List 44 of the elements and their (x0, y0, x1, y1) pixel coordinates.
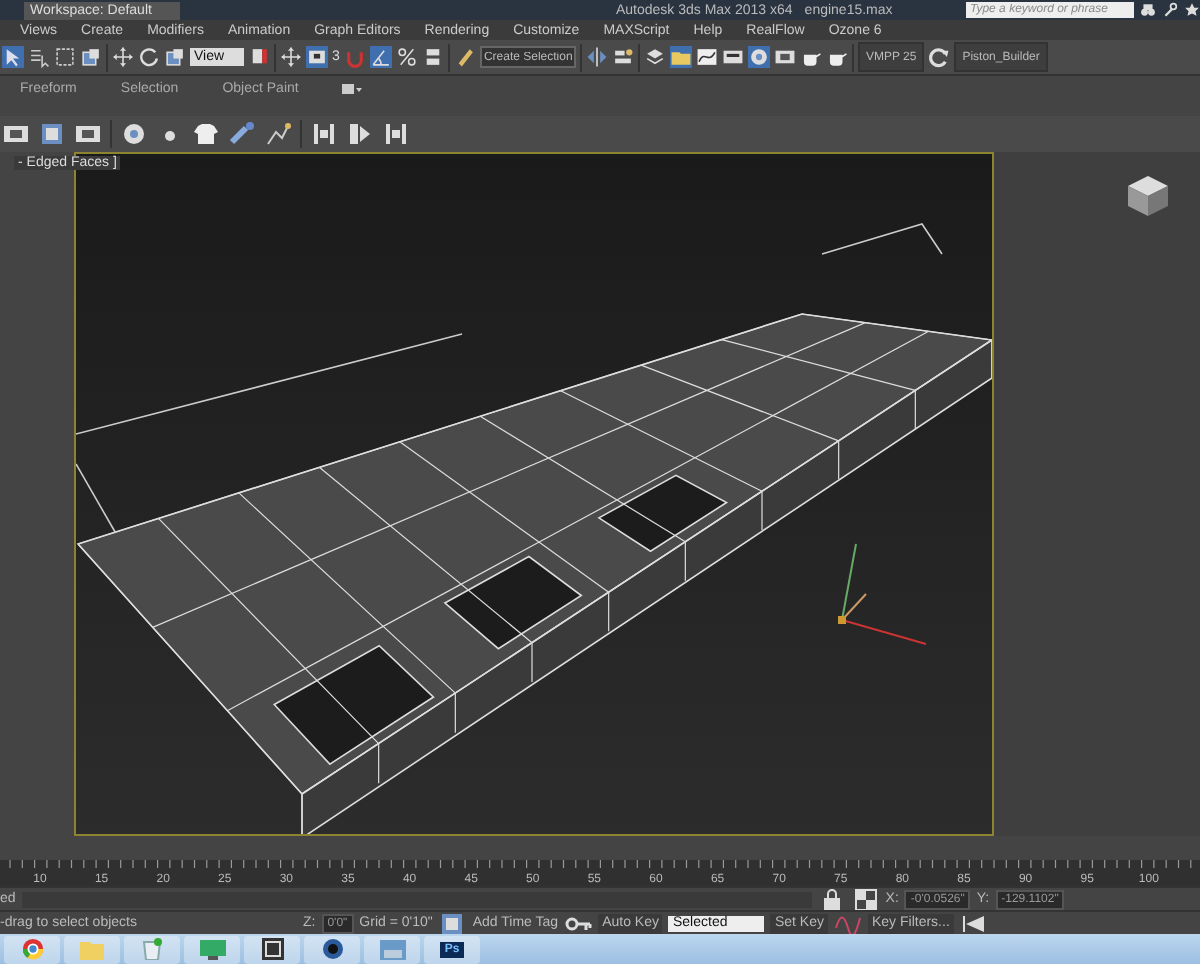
taskbar-button[interactable] (244, 935, 300, 963)
render-frame-icon[interactable] (773, 46, 796, 68)
play-icon[interactable] (346, 120, 374, 148)
select-cursor-icon[interactable] (2, 46, 24, 68)
curve-editor-icon[interactable] (695, 46, 718, 68)
percent-snap-icon[interactable] (395, 46, 418, 68)
camera-line (821, 223, 943, 255)
shirt-icon[interactable] (192, 120, 220, 148)
binoculars-icon[interactable] (1140, 2, 1156, 18)
align-icon[interactable] (611, 46, 634, 68)
bin-icon[interactable] (142, 938, 162, 960)
star-icon[interactable] (1184, 2, 1200, 18)
browser-icon[interactable] (21, 938, 43, 960)
wrench-icon[interactable] (1162, 2, 1178, 18)
brush-icon[interactable] (228, 120, 256, 148)
bracket-icon[interactable] (382, 120, 410, 148)
app-icon[interactable] (261, 938, 283, 960)
scale-icon[interactable] (164, 46, 186, 68)
monitor-icon[interactable] (199, 939, 225, 959)
folder-icon[interactable] (669, 46, 692, 68)
move-icon[interactable] (112, 46, 134, 68)
tray-icon[interactable] (721, 46, 744, 68)
media-player-icon[interactable] (321, 938, 343, 960)
particle-icon[interactable] (264, 120, 292, 148)
screen-icon[interactable] (306, 46, 329, 68)
mirror-icon[interactable] (585, 46, 608, 68)
spinner-snap-icon[interactable] (421, 46, 444, 68)
rectangle-selection-icon[interactable] (54, 46, 76, 68)
pivot-icon[interactable] (248, 46, 271, 68)
checker-icon[interactable] (851, 885, 880, 913)
refresh-icon[interactable] (928, 46, 951, 68)
ribbon-toggle-icon[interactable] (342, 83, 363, 95)
view-cube-icon[interactable] (1124, 172, 1172, 220)
pencil-icon[interactable] (453, 46, 476, 68)
manipulate-icon[interactable] (280, 46, 303, 68)
taskbar-button[interactable] (304, 935, 360, 963)
perspective-viewport[interactable] (74, 152, 994, 836)
rotate-icon[interactable] (138, 46, 160, 68)
bracket-icon[interactable] (310, 120, 338, 148)
angle-snap-icon[interactable] (369, 46, 392, 68)
select-list-icon[interactable] (28, 46, 50, 68)
axis-gizmo-icon (838, 543, 927, 645)
layers-icon[interactable] (643, 46, 666, 68)
window-selection-icon[interactable] (80, 46, 102, 68)
